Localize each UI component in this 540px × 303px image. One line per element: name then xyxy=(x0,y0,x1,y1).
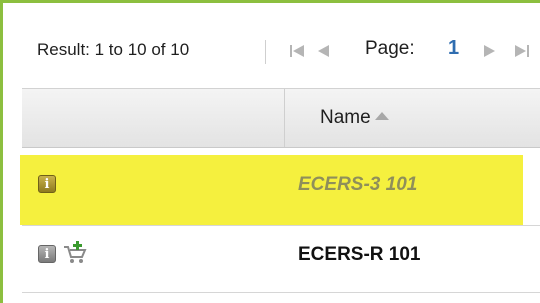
last-page-icon[interactable] xyxy=(514,43,531,59)
header-column-divider xyxy=(284,89,285,147)
grid-header-row: Name xyxy=(22,88,540,148)
first-page-icon[interactable] xyxy=(289,43,306,59)
column-header-name[interactable]: Name xyxy=(320,107,371,129)
info-icon[interactable]: i xyxy=(38,245,56,263)
row-divider xyxy=(22,225,540,226)
table-row-name[interactable]: ECERS-R 101 xyxy=(298,244,421,266)
sort-ascending-icon[interactable] xyxy=(375,112,389,120)
row-divider xyxy=(22,292,540,293)
current-page-number[interactable]: 1 xyxy=(448,37,459,60)
page-label: Page: xyxy=(365,38,415,59)
pager-bar: Result: 1 to 10 of 10 Page: 1 xyxy=(3,3,540,87)
pager-divider xyxy=(265,40,266,64)
result-count-text: Result: 1 to 10 of 10 xyxy=(37,40,190,59)
previous-page-icon[interactable] xyxy=(316,43,330,59)
table-row-name[interactable]: ECERS-3 101 xyxy=(298,174,417,196)
highlight-mark xyxy=(20,155,523,225)
next-page-icon[interactable] xyxy=(483,43,497,59)
info-icon[interactable]: i xyxy=(38,175,56,193)
add-to-cart-icon[interactable] xyxy=(62,241,88,265)
